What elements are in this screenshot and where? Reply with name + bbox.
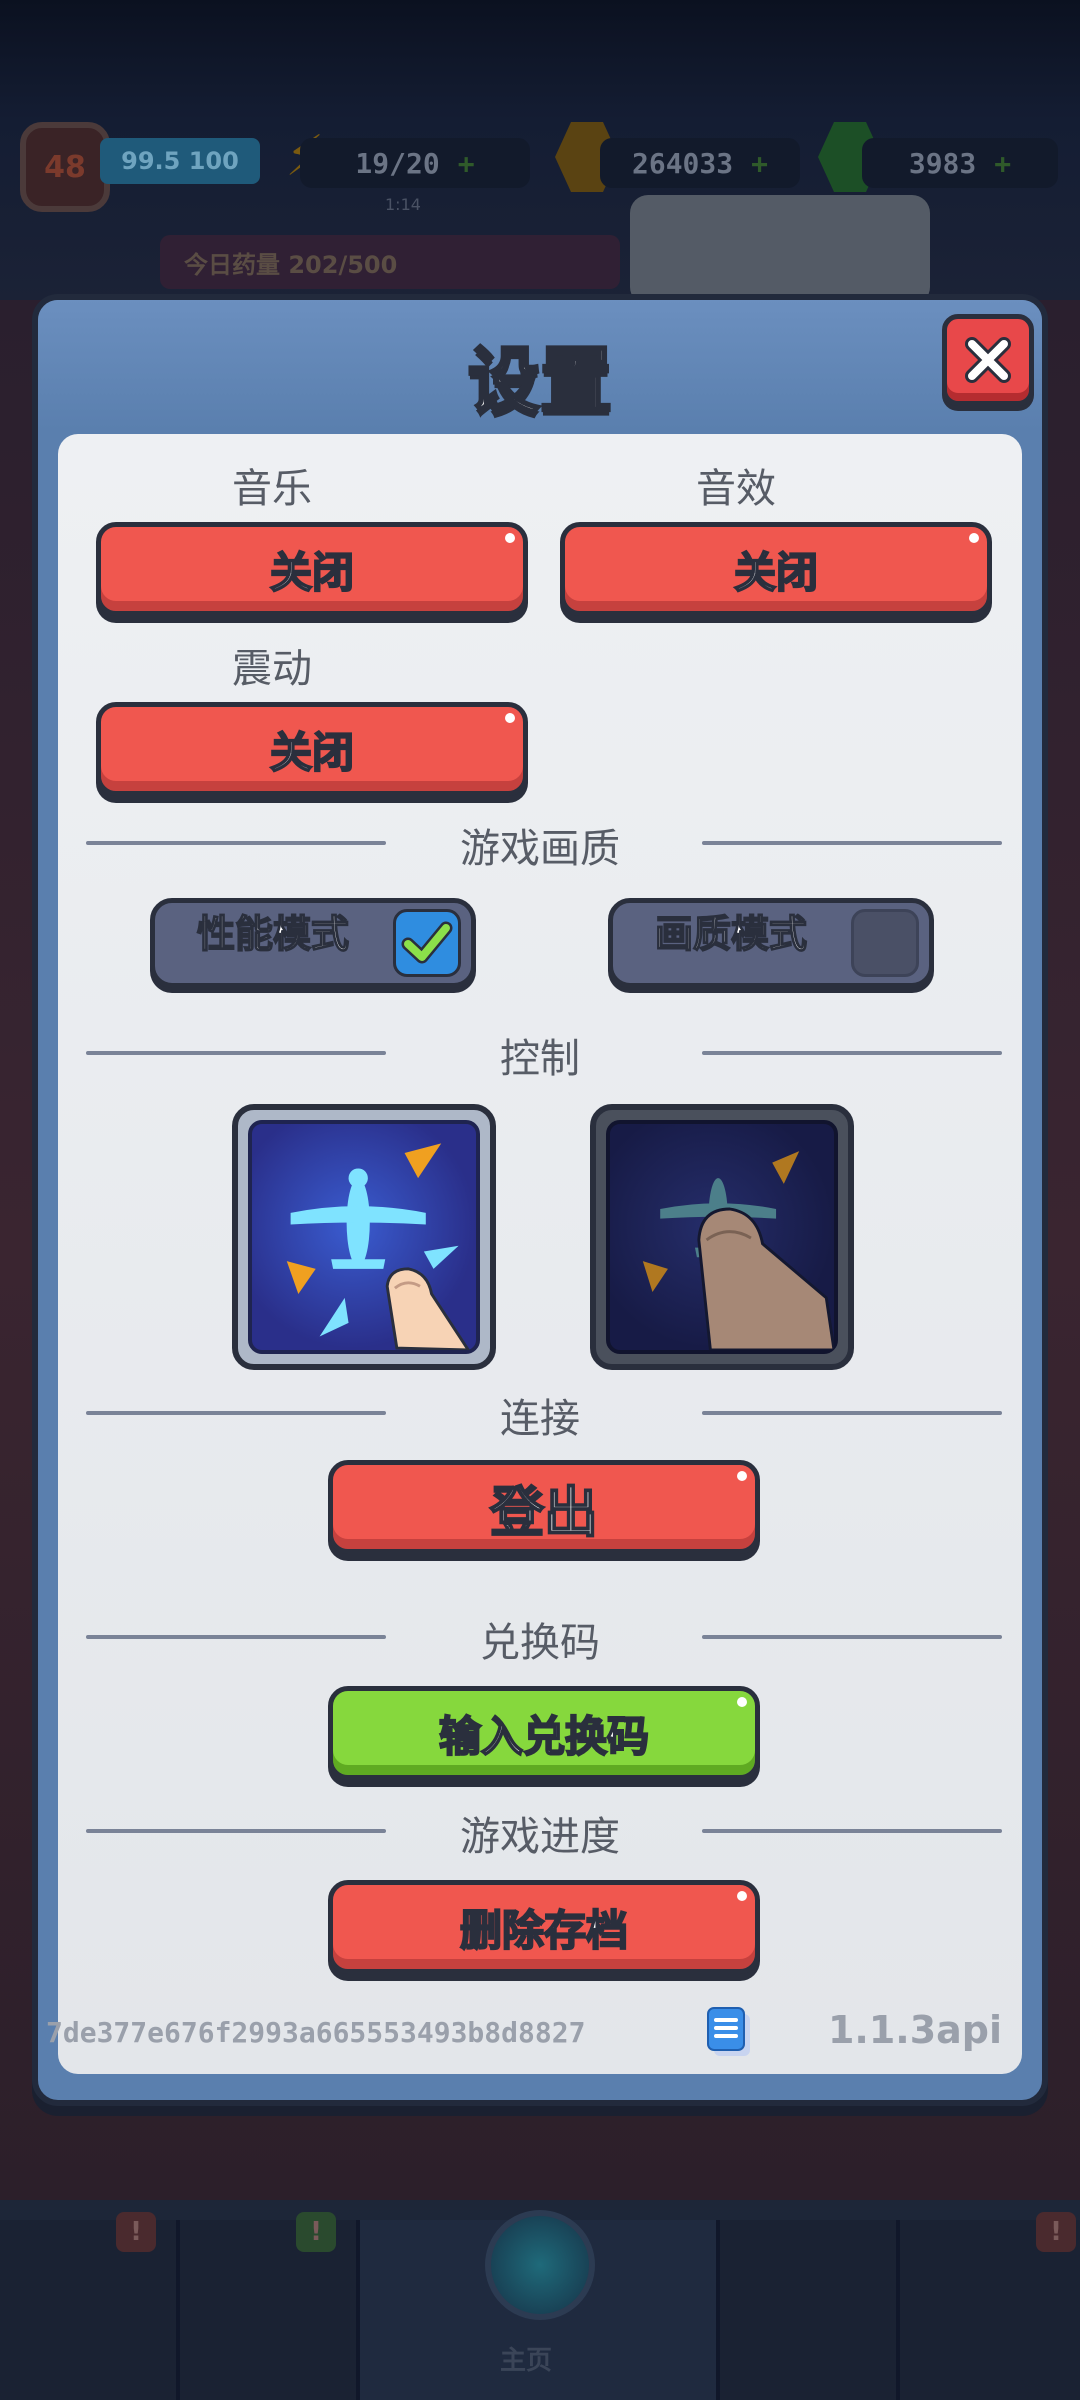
performance-mode-toggle[interactable]: 性能模式	[150, 898, 476, 988]
quality-mode-checkbox[interactable]	[851, 909, 919, 977]
close-icon	[965, 337, 1011, 383]
redeem-section-title: 兑换码	[480, 1620, 600, 1666]
energy-value: 19/20	[355, 146, 440, 180]
music-toggle-button[interactable]: 关闭	[96, 522, 528, 616]
settings-panel: 音乐 关闭 音效 关闭 震动 关闭 游戏画质 性能模式 画质模式 控制 连接 登…	[58, 434, 1022, 2074]
version-label: 1.1.3api	[827, 2008, 1002, 2052]
connect-section-title: 连接	[500, 1396, 580, 1442]
player-level-badge: 48	[20, 122, 110, 212]
coin-plus-icon: +	[751, 146, 768, 180]
quality-section-title: 游戏画质	[460, 826, 620, 872]
background-tab	[630, 195, 930, 305]
quality-mode-label: 画质模式	[654, 911, 808, 957]
gem-plus-icon: +	[994, 146, 1012, 180]
control-option-inner	[248, 1120, 480, 1354]
section-divider	[86, 841, 386, 845]
energy-timer: 1:14	[385, 195, 421, 214]
section-divider	[702, 1635, 1002, 1639]
section-divider	[86, 1635, 386, 1639]
performance-mode-checkbox[interactable]	[393, 909, 461, 977]
nav-home-label: 主页	[500, 2346, 553, 2376]
copy-id-button[interactable]	[706, 2006, 754, 2058]
plane-thumb-icon	[642, 1151, 836, 1352]
control-section-title: 控制	[500, 1036, 580, 1082]
xp-bar: 99.5 100	[100, 138, 260, 184]
music-label: 音乐	[232, 466, 312, 512]
nav-new-badge: !	[296, 2212, 336, 2252]
section-divider	[86, 1051, 386, 1055]
nav-home-icon	[485, 2210, 595, 2320]
plane-drag-icon	[286, 1143, 472, 1352]
section-divider	[702, 1051, 1002, 1055]
coin-value: 264033	[631, 146, 734, 180]
control-option-thumb[interactable]	[590, 1104, 854, 1370]
nav-alert-badge: !	[116, 2212, 156, 2252]
redeem-code-button[interactable]: 输入兑换码	[328, 1686, 760, 1780]
section-divider	[86, 1411, 386, 1415]
nav-slot-upgrade	[720, 2220, 900, 2400]
control-option-inner	[606, 1120, 838, 1354]
vibration-label: 震动	[232, 646, 312, 692]
settings-dialog: 设置 音乐 关闭 音效 关闭 震动 关闭 游戏画质 性能模式 画质模式 控制 连…	[32, 294, 1048, 2106]
control-option-free-touch[interactable]	[232, 1104, 496, 1370]
section-divider	[702, 1411, 1002, 1415]
player-id: 7de377e676f2993a665553493b8d8827	[46, 2016, 586, 2049]
vibration-toggle-button[interactable]: 关闭	[96, 702, 528, 796]
energy-plus-icon: +	[457, 146, 475, 180]
dialog-title: 设置	[466, 338, 613, 425]
coin-counter: 264033 +	[600, 138, 800, 188]
progress-section-title: 游戏进度	[460, 1814, 620, 1860]
gem-counter: 3983 +	[862, 138, 1058, 188]
section-divider	[86, 1829, 386, 1833]
close-button[interactable]	[942, 314, 1034, 406]
copy-icon	[707, 2007, 750, 2056]
nav-alert-badge: !	[1036, 2212, 1076, 2252]
logout-button[interactable]: 登出	[328, 1460, 760, 1554]
checkmark-icon	[401, 921, 453, 964]
sfx-toggle-button[interactable]: 关闭	[560, 522, 992, 616]
delete-save-button[interactable]: 删除存档	[328, 1880, 760, 1974]
background-banner: 今日药量 202/500	[160, 235, 620, 289]
sfx-label: 音效	[696, 466, 776, 512]
quality-mode-toggle[interactable]: 画质模式	[608, 898, 934, 988]
section-divider	[702, 841, 1002, 845]
performance-mode-label: 性能模式	[196, 911, 350, 957]
section-divider	[702, 1829, 1002, 1833]
energy-counter: 19/20 +	[300, 138, 530, 188]
gem-value: 3983	[908, 146, 977, 180]
player-level: 48	[44, 149, 86, 185]
xp-text: 99.5 100	[121, 147, 239, 175]
